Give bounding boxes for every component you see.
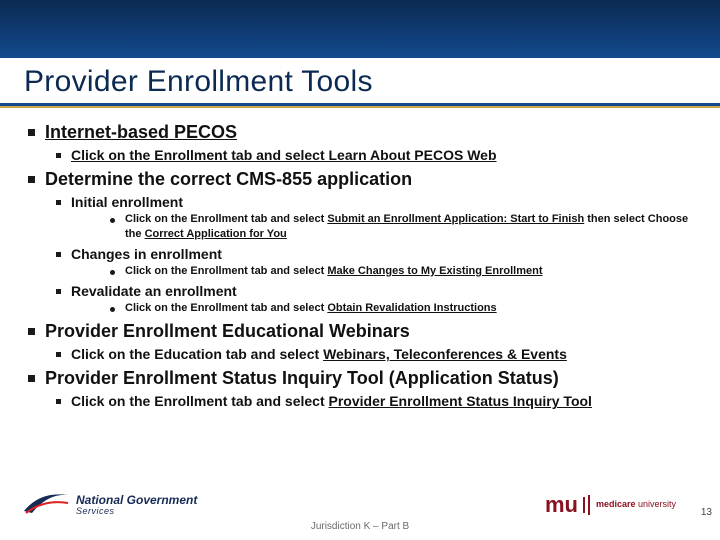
link-status-tool[interactable]: Provider Enrollment Status Inquiry Tool: [329, 393, 592, 409]
item-initial-enrollment: Initial enrollment Click on the Enrollme…: [28, 194, 692, 242]
dot-bullet-icon: [110, 218, 115, 223]
link-webinars[interactable]: Webinars, Teleconferences & Events: [323, 346, 567, 362]
section-webinars: Provider Enrollment Educational Webinars…: [28, 321, 692, 362]
slide-footer: National Government Services mu medicare…: [0, 468, 720, 540]
square-bullet-icon: [28, 176, 35, 183]
section-status-tool: Provider Enrollment Status Inquiry Tool …: [28, 368, 692, 409]
title-rule-gold: [0, 106, 720, 108]
square-bullet-icon: [56, 252, 61, 257]
square-bullet-icon: [56, 352, 61, 357]
slide-title: Provider Enrollment Tools: [0, 58, 720, 103]
section-pecos: Internet-based PECOS Click on the Enroll…: [28, 122, 692, 163]
link-revalidation[interactable]: Obtain Revalidation Instructions: [327, 302, 496, 314]
link-make-changes[interactable]: Make Changes to My Existing Enrollment: [327, 265, 542, 277]
square-bullet-icon: [28, 328, 35, 335]
swoosh-icon: [22, 489, 70, 521]
step-initial-enrollment: Click on the Enrollment tab and select S…: [28, 212, 692, 242]
ngs-name-top: National Government: [76, 494, 197, 506]
item-status-tool: Click on the Enrollment tab and select P…: [28, 393, 692, 409]
ngs-logo: National Government Services: [22, 489, 197, 521]
square-bullet-icon: [56, 200, 61, 205]
square-bullet-icon: [28, 375, 35, 382]
step-revalidate: Click on the Enrollment tab and select O…: [28, 301, 692, 316]
jurisdiction-label: Jurisdiction K – Part B: [311, 521, 409, 532]
step-changes-enrollment: Click on the Enrollment tab and select M…: [28, 264, 692, 279]
dot-bullet-icon: [110, 307, 115, 312]
header-bar: [0, 0, 720, 58]
item-revalidate: Revalidate an enrollment Click on the En…: [28, 283, 692, 316]
square-bullet-icon: [56, 153, 61, 158]
page-number: 13: [701, 507, 712, 518]
mu-mark: mu: [545, 495, 590, 516]
item-pecos-learn: Click on the Enrollment tab and select L…: [28, 147, 692, 163]
mu-logo: mu medicare university: [545, 495, 676, 516]
square-bullet-icon: [56, 289, 61, 294]
ngs-name-bottom: Services: [76, 506, 197, 516]
section-cms855: Determine the correct CMS-855 applicatio…: [28, 169, 692, 315]
square-bullet-icon: [56, 399, 61, 404]
link-correct-application[interactable]: Correct Application for You: [145, 228, 287, 240]
square-bullet-icon: [28, 129, 35, 136]
dot-bullet-icon: [110, 270, 115, 275]
link-submit-enrollment[interactable]: Submit an Enrollment Application: Start …: [327, 213, 584, 225]
link-learn-pecos-web[interactable]: Learn About PECOS Web: [329, 147, 497, 163]
item-changes-enrollment: Changes in enrollment Click on the Enrol…: [28, 246, 692, 279]
item-webinars: Click on the Education tab and select We…: [28, 346, 692, 362]
